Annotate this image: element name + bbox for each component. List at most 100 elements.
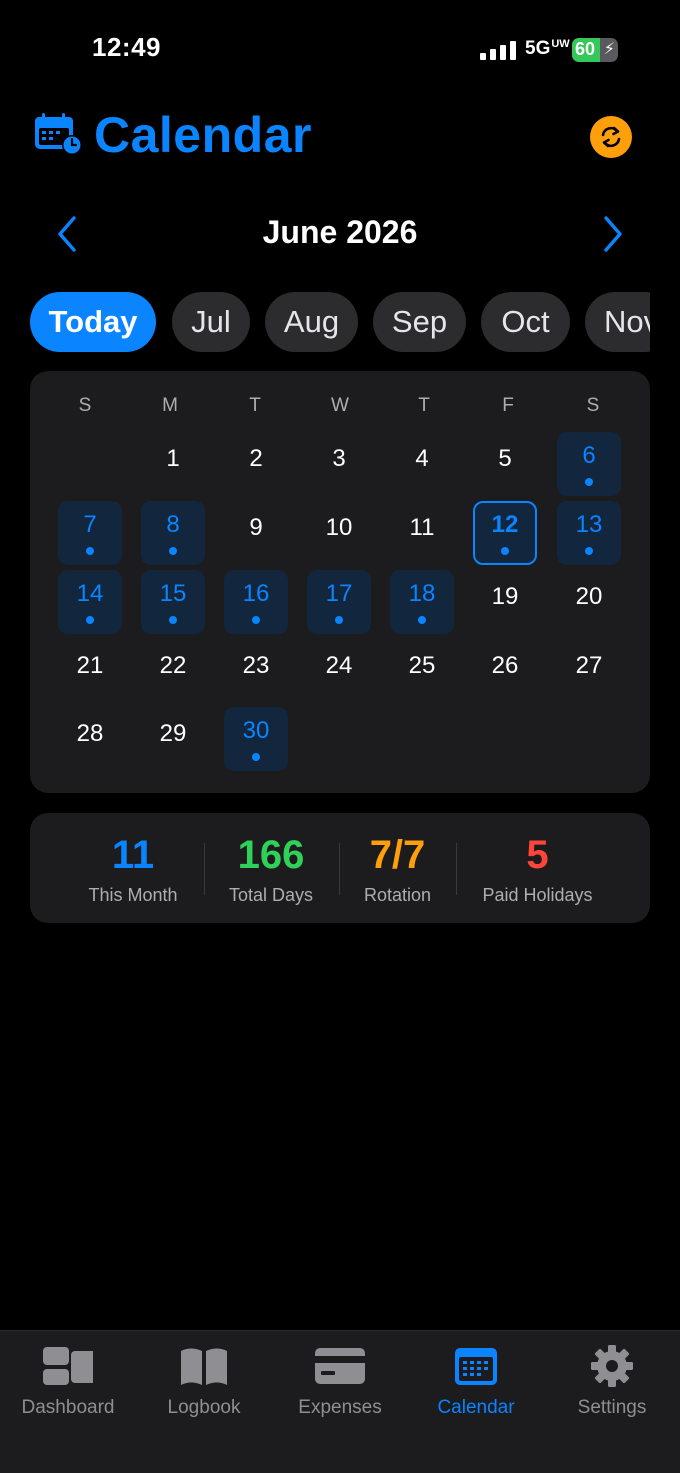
day-number: 4 [415,445,429,472]
day-cell[interactable]: 21 [58,639,122,703]
day-cell[interactable]: 19 [473,570,537,634]
calendar-clock-icon [35,113,82,155]
day-number: 29 [159,720,187,747]
day-cell[interactable]: 3 [307,432,371,496]
chip-nov[interactable]: Nov [585,292,650,352]
chip-today[interactable]: Today [30,292,156,352]
day-cell[interactable]: 27 [557,639,621,703]
stat-value: 11 [111,833,155,877]
day-number: 22 [159,652,187,679]
stat-value: 166 [237,833,305,877]
day-number: 25 [408,652,436,679]
day-cell[interactable]: 13 [557,501,621,565]
day-cell[interactable]: 18 [390,570,454,634]
tab-label: Logbook [167,1397,241,1418]
day-cell[interactable]: 9 [224,501,288,565]
work-day-dot [86,547,94,555]
weekday-label: T [418,395,430,416]
day-number: 24 [325,652,353,679]
day-cell-today[interactable]: 12 [473,501,537,565]
day-number: 1 [166,445,180,472]
stat-value: 5 [526,833,549,877]
day-number: 16 [242,580,270,607]
day-cell[interactable]: 15 [141,570,205,634]
day-number: 15 [159,580,187,607]
day-cell[interactable]: 14 [58,570,122,634]
day-number: 27 [575,652,603,679]
tab-settings[interactable]: Settings [544,1331,680,1431]
day-number: 12 [491,511,519,538]
stat-label: Paid Holidays [482,885,593,905]
calendar-grid: S M T W T F S 1 2 3 4 5 6 7 8 9 10 11 12 13 14 15 16 17 1… [30,371,650,793]
sync-button[interactable] [590,116,632,158]
work-day-dot [501,547,509,555]
day-cell[interactable]: 11 [390,501,454,565]
stat-paid-holidays: 5 Paid Holidays [470,833,605,906]
chip-jul[interactable]: Jul [172,292,250,352]
day-cell[interactable]: 29 [141,707,205,771]
stat-label: This Month [88,885,178,905]
month-chips: Today Jul Aug Sep Oct Nov [0,292,650,354]
day-number: 6 [582,442,596,469]
work-day-dot [418,616,426,624]
month-title: June 2026 [262,214,418,250]
work-day-dot [585,478,593,486]
day-number: 17 [325,580,353,607]
tab-logbook[interactable]: Logbook [136,1331,272,1431]
battery-percent: 60 [575,39,596,59]
day-number: 13 [575,511,603,538]
day-cell[interactable]: 7 [58,501,122,565]
stat-label: Total Days [228,885,314,905]
day-cell[interactable]: 26 [473,639,537,703]
day-cell[interactable]: 25 [390,639,454,703]
work-day-dot [86,616,94,624]
day-cell[interactable]: 8 [141,501,205,565]
day-number: 21 [76,652,104,679]
day-cell[interactable]: 6 [557,432,621,496]
day-number: 11 [409,514,435,541]
day-cell[interactable]: 30 [224,707,288,771]
tab-expenses[interactable]: Expenses [272,1331,408,1431]
stat-divider [204,843,205,895]
weekday-label: S [78,395,92,416]
day-cell[interactable]: 16 [224,570,288,634]
day-cell[interactable]: 23 [224,639,288,703]
day-number: 2 [249,445,263,472]
signal-icon [480,40,516,60]
day-cell[interactable]: 20 [557,570,621,634]
tab-dashboard[interactable]: Dashboard [0,1331,136,1431]
tab-calendar[interactable]: Calendar [408,1331,544,1431]
day-cell[interactable]: 10 [307,501,371,565]
battery-icon: 60 ⚡ [572,38,618,62]
next-month-button[interactable] [598,214,628,254]
chip-sep[interactable]: Sep [373,292,466,352]
weekday-label: W [331,395,349,416]
day-number: 7 [83,511,97,538]
work-day-dot [169,616,177,624]
day-number: 26 [491,652,519,679]
day-number: 23 [242,652,270,679]
day-cell[interactable]: 22 [141,639,205,703]
stat-label: Rotation [363,885,432,905]
day-cell[interactable]: 5 [473,432,537,496]
day-cell[interactable]: 28 [58,707,122,771]
day-number: 8 [166,511,180,538]
sync-icon [601,126,621,148]
stat-rotation: 7/7 Rotation [350,833,445,906]
network-sup: UW [551,38,570,50]
weekday-label: F [502,395,514,416]
work-day-dot [252,616,260,624]
day-cell[interactable]: 2 [224,432,288,496]
tab-label: Dashboard [21,1397,115,1418]
day-cell[interactable]: 17 [307,570,371,634]
day-cell[interactable]: 24 [307,639,371,703]
credit-card-icon [315,1348,365,1384]
day-number: 14 [76,580,104,607]
day-number: 5 [498,445,512,472]
day-cell[interactable]: 4 [390,432,454,496]
chip-aug[interactable]: Aug [265,292,358,352]
stats-card: 11 This Month 166 Total Days 7/7 Rotatio… [30,813,650,923]
chip-oct[interactable]: Oct [481,292,570,352]
day-number: 18 [408,580,436,607]
day-cell[interactable]: 1 [141,432,205,496]
